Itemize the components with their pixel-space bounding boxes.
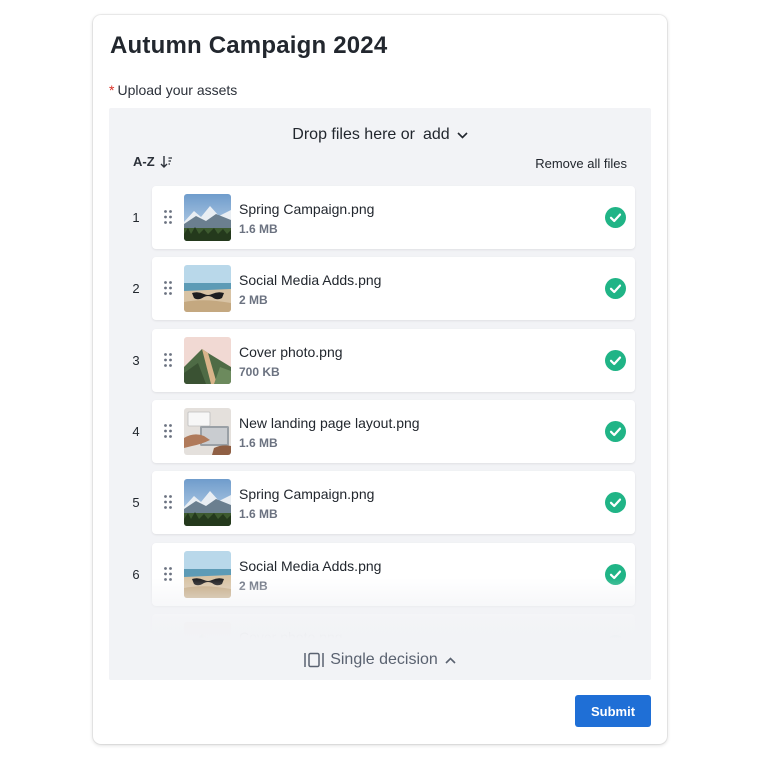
panel-view-icon [304,652,324,668]
file-name: New landing page layout.png [239,414,420,431]
file-name: Social Media Adds.png [239,557,382,574]
file-size: 1.6 MB [239,507,278,522]
check-circle-icon [605,492,626,518]
file-name: Cover photo.png [239,343,343,360]
check-circle-icon [605,420,626,447]
file-index: 6 [132,566,140,582]
file-item[interactable]: New landing page layout.png 1.6 MB [152,399,635,463]
file-size: 1.6 MB [239,435,278,450]
drag-handle-icon[interactable] [164,495,172,514]
sort-descending-icon [160,155,172,168]
file-item[interactable]: Spring Campaign.png 1.6 MB [152,471,635,535]
file-thumbnail [184,265,231,313]
drag-handle-icon[interactable] [164,423,172,443]
file-item[interactable]: Spring Campaign.png 1.6 MB [152,186,635,249]
drag-handle-icon[interactable] [164,281,172,300]
file-size: 1.6 MB [239,222,278,236]
file-row: 5 Spring Campaign.png 1.6 MB [109,471,651,535]
file-dropzone[interactable]: Drop files here or add A-Z Remove all fi… [109,108,651,680]
check-circle-icon [605,207,626,233]
file-index: 1 [132,210,140,225]
file-name: Cover photo.png [239,628,343,645]
file-row: 2 Social Media Adds.png 2 MB [109,257,651,321]
file-thumbnail [184,479,231,527]
drag-handle-icon[interactable] [164,210,172,229]
file-index: 3 [132,352,140,368]
file-row: 3 Cover photo.png 700 KB [109,328,651,392]
add-files-label: add [423,126,450,143]
drop-prompt: Drop files here or [292,126,415,143]
single-decision-toggle[interactable]: Single decision [109,651,651,669]
drag-handle-icon[interactable] [164,566,172,586]
file-size: 2 MB [239,578,268,593]
field-label-text: Upload your assets [117,82,238,98]
check-circle-icon [605,278,626,304]
file-name: Social Media Adds.png [239,272,382,289]
file-row: 1 Spring Campaign.png 1.6 MB [109,186,651,249]
required-marker: * [109,82,115,98]
file-thumbnail [184,336,231,384]
remove-all-files-button[interactable]: Remove all files [535,156,627,171]
check-circle-icon [605,349,626,376]
file-row: 4 New landing page layout.png 1.6 MB [109,399,651,463]
file-index: 4 [132,423,140,439]
file-item[interactable]: Social Media Adds.png 2 MB [152,257,635,321]
file-index: 2 [132,281,140,297]
check-circle-icon [605,563,626,590]
file-item[interactable]: Social Media Adds.png 2 MB [152,542,635,606]
mode-label: Single decision [330,651,438,668]
sort-label: A-Z [133,154,155,169]
submit-button[interactable]: Submit [575,695,651,727]
file-row: 6 Social Media Adds.png 2 MB [109,542,651,606]
upload-form-card: Autumn Campaign 2024 * Upload your assets… [93,15,667,744]
drag-handle-icon[interactable] [164,352,172,372]
file-index: 5 [132,495,140,511]
upload-field-label: * Upload your assets [109,82,237,98]
file-thumbnail [184,407,231,455]
file-item[interactable]: Cover photo.png 700 KB [152,328,635,392]
page-title: Autumn Campaign 2024 [110,32,388,59]
file-name: Spring Campaign.png [239,486,375,503]
chevron-down-icon [457,131,468,139]
file-thumbnail [184,194,231,241]
file-size: 700 KB [239,364,280,379]
chevron-up-icon [445,656,456,664]
sort-az-button[interactable]: A-Z [133,154,174,169]
file-size: 2 MB [239,293,268,308]
file-thumbnail [184,550,231,598]
file-name: Spring Campaign.png [239,201,375,217]
add-files-button[interactable]: add [423,126,468,144]
drop-header: Drop files here or add [109,126,651,144]
